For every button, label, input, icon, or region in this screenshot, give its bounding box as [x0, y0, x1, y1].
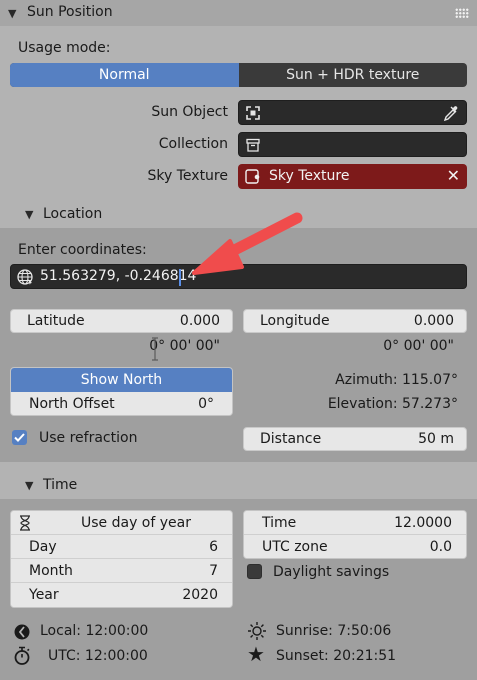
distance-label: Distance: [260, 431, 322, 447]
month-value: 7: [209, 562, 218, 579]
latitude-label: Latitude: [27, 313, 85, 329]
ibeam-cursor-icon: [152, 337, 158, 361]
year-value: 2020: [182, 587, 218, 603]
use-day-of-year-label: Use day of year: [81, 514, 191, 531]
time-title: Time: [43, 477, 78, 493]
sun-object-field[interactable]: [238, 100, 467, 125]
daylight-savings-checkbox[interactable]: [247, 564, 262, 579]
time-value: 12.0000: [394, 514, 452, 531]
stopwatch-icon: [14, 646, 30, 665]
sky-texture-label: Sky Texture: [147, 168, 228, 184]
utc-time-readout: UTC: 12:00:00: [48, 648, 148, 664]
collection-label: Collection: [158, 136, 228, 152]
hourglass-icon: [20, 514, 30, 531]
sun-icon: [248, 622, 266, 640]
usage-mode-sun-hdr[interactable]: Sun + HDR texture: [239, 63, 468, 87]
object-icon: [246, 106, 260, 120]
sun-object-label: Sun Object: [151, 104, 228, 120]
show-north-button[interactable]: Show North: [11, 368, 232, 392]
day-value: 6: [209, 538, 218, 555]
sky-texture-value: Sky Texture: [269, 168, 350, 184]
elevation-readout: Elevation: 57.273°: [327, 396, 458, 412]
time-header[interactable]: ▼ Time: [0, 472, 477, 498]
time-label: Time: [262, 514, 297, 531]
use-refraction-checkbox[interactable]: [12, 430, 27, 445]
latitude-value: 0.000: [179, 313, 220, 329]
day-label: Day: [29, 538, 57, 555]
utc-zone-field[interactable]: UTC zone 0.0: [244, 535, 466, 558]
north-offset-field[interactable]: North Offset 0°: [11, 392, 232, 415]
time-field[interactable]: Time 12.0000: [244, 511, 466, 535]
time-collapse-icon[interactable]: ▼: [25, 479, 33, 492]
usage-mode-label: Usage mode:: [18, 40, 111, 56]
latitude-dms: 0° 00' 00": [149, 338, 220, 354]
checkmark-icon: [14, 433, 25, 442]
time-group: Time 12.0000 UTC zone 0.0: [243, 510, 467, 559]
drag-handle-icon[interactable]: [455, 8, 469, 18]
star-icon: ★: [247, 642, 265, 666]
month-label: Month: [29, 562, 73, 579]
utc-zone-value: 0.0: [429, 539, 452, 555]
north-offset-label: North Offset: [29, 396, 115, 412]
location-collapse-icon[interactable]: ▼: [25, 208, 33, 221]
texture-node-icon: [245, 169, 260, 184]
local-time-icon: [14, 624, 30, 640]
usage-mode-selector[interactable]: Normal Sun + HDR texture: [10, 63, 467, 87]
daylight-savings-label: Daylight savings: [273, 564, 390, 580]
day-field[interactable]: Day 6: [11, 535, 232, 559]
clear-icon[interactable]: ✕: [447, 166, 460, 185]
annotation-arrow: [192, 212, 303, 275]
sunrise-readout: Sunrise: 7:50:06: [276, 623, 392, 639]
longitude-dms: 0° 00' 00": [383, 338, 454, 354]
date-group: Use day of year Day 6 Month 7 Year 2020: [10, 510, 233, 608]
show-north-group: Show North North Offset 0°: [10, 367, 233, 416]
longitude-label: Longitude: [260, 313, 330, 329]
location-title: Location: [43, 206, 103, 222]
sky-texture-field[interactable]: Sky Texture ✕: [238, 164, 467, 189]
distance-field[interactable]: Distance 50 m: [243, 427, 467, 451]
latitude-field[interactable]: Latitude 0.000: [10, 309, 233, 333]
enter-coordinates-label: Enter coordinates:: [18, 242, 147, 258]
longitude-field[interactable]: Longitude 0.000: [243, 309, 467, 333]
usage-mode-normal[interactable]: Normal: [10, 63, 239, 87]
collection-field[interactable]: [238, 132, 467, 157]
utc-zone-label: UTC zone: [262, 539, 328, 555]
panel-title: Sun Position: [27, 4, 113, 20]
globe-icon: [17, 269, 33, 285]
azimuth-readout: Azimuth: 115.07°: [335, 372, 458, 388]
sunset-readout: Sunset: 20:21:51: [276, 648, 397, 664]
year-label: Year: [29, 587, 59, 603]
year-field[interactable]: Year 2020: [11, 583, 232, 607]
distance-value: 50 m: [418, 431, 454, 447]
longitude-value: 0.000: [413, 313, 454, 329]
eyedropper-icon[interactable]: [443, 105, 460, 122]
north-offset-value: 0°: [198, 396, 214, 412]
use-refraction-label: Use refraction: [39, 430, 138, 446]
local-time-readout: Local: 12:00:00: [40, 623, 149, 639]
panel-header[interactable]: ▼ Sun Position: [0, 0, 477, 26]
collection-icon: [246, 138, 260, 152]
month-field[interactable]: Month 7: [11, 559, 232, 583]
use-day-of-year-toggle[interactable]: Use day of year: [11, 511, 232, 535]
collapse-triangle-icon[interactable]: ▼: [8, 7, 16, 20]
